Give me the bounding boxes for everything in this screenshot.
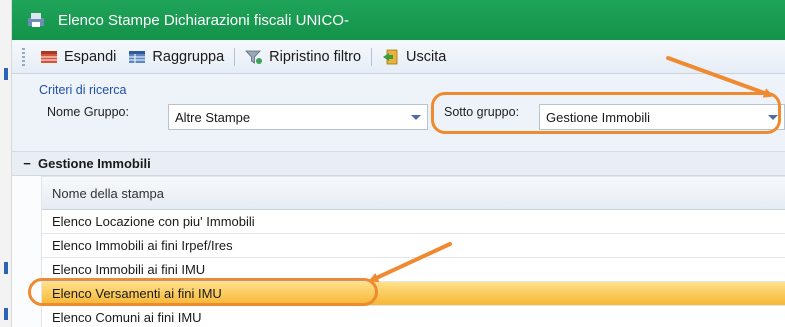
exit-button[interactable]: Uscita — [376, 44, 452, 70]
print-list-grid: − Gestione Immobili Nome della stampa El… — [12, 152, 785, 327]
group-icon — [128, 49, 146, 65]
dock-marker — [4, 262, 8, 274]
table-row[interactable]: Elenco Immobili ai fini IMU — [42, 258, 785, 282]
search-criteria-panel: Criteri di ricerca Nome Gruppo: Altre St… — [12, 74, 785, 152]
group-label: Raggruppa — [152, 48, 225, 65]
subgroup-select[interactable]: Gestione Immobili — [539, 104, 785, 130]
table-row[interactable]: Elenco Locazione con piu' Immobili — [42, 210, 785, 234]
left-dock-strip — [0, 0, 12, 327]
column-header-label: Nome della stampa — [52, 185, 164, 201]
group-name-value: Altre Stampe — [175, 109, 251, 125]
dock-marker — [4, 308, 8, 320]
table-row[interactable]: Elenco Immobili ai fini Irpef/Ires — [42, 234, 785, 258]
toolbar-separator — [371, 47, 373, 66]
toolbar-grip[interactable] — [22, 48, 25, 66]
exit-label: Uscita — [406, 48, 447, 65]
table-row-selected[interactable]: Elenco Versamenti ai fini IMU — [42, 282, 785, 306]
subgroup-label: Sotto gruppo: — [444, 105, 520, 119]
window-title: Elenco Stampe Dichiarazioni fiscali UNIC… — [58, 11, 349, 29]
row-label: Elenco Immobili ai fini Irpef/Ires — [52, 238, 233, 253]
expand-icon — [40, 49, 58, 65]
table-row[interactable]: Elenco Comuni ai fini IMU — [42, 306, 785, 327]
app-icon — [26, 12, 48, 28]
row-label: Elenco Versamenti ai fini IMU — [52, 286, 222, 301]
dropdown-arrow-icon[interactable] — [762, 105, 784, 129]
toolbar: Espandi Raggruppa Ripristino filtro Usci… — [12, 40, 785, 74]
row-label: Elenco Comuni ai fini IMU — [52, 310, 202, 325]
subgroup-value: Gestione Immobili — [546, 109, 651, 125]
expand-label: Espandi — [64, 48, 117, 65]
collapse-toggle[interactable]: − — [16, 156, 38, 171]
filter-reset-icon — [245, 49, 263, 65]
exit-icon — [382, 49, 400, 65]
criteria-title: Criteri di ricerca — [39, 83, 127, 97]
dock-marker — [4, 68, 8, 80]
group-name-select[interactable]: Altre Stampe — [168, 104, 428, 130]
group-header-row[interactable]: − Gestione Immobili — [12, 152, 785, 176]
reset-filter-label: Ripristino filtro — [269, 48, 362, 65]
group-button[interactable]: Raggruppa — [122, 44, 230, 70]
window-titlebar: Elenco Stampe Dichiarazioni fiscali UNIC… — [12, 0, 785, 40]
toolbar-separator — [234, 47, 236, 66]
reset-filter-button[interactable]: Ripristino filtro — [239, 44, 367, 70]
row-label: Elenco Immobili ai fini IMU — [52, 262, 206, 277]
column-header-print-name[interactable]: Nome della stampa — [42, 176, 785, 210]
expand-button[interactable]: Espandi — [34, 44, 122, 70]
group-name-label: Nome Gruppo: — [47, 105, 129, 119]
group-header-label: Gestione Immobili — [38, 156, 151, 171]
row-label: Elenco Locazione con piu' Immobili — [52, 214, 255, 229]
dropdown-arrow-icon[interactable] — [405, 105, 427, 129]
group-indent — [12, 176, 42, 327]
